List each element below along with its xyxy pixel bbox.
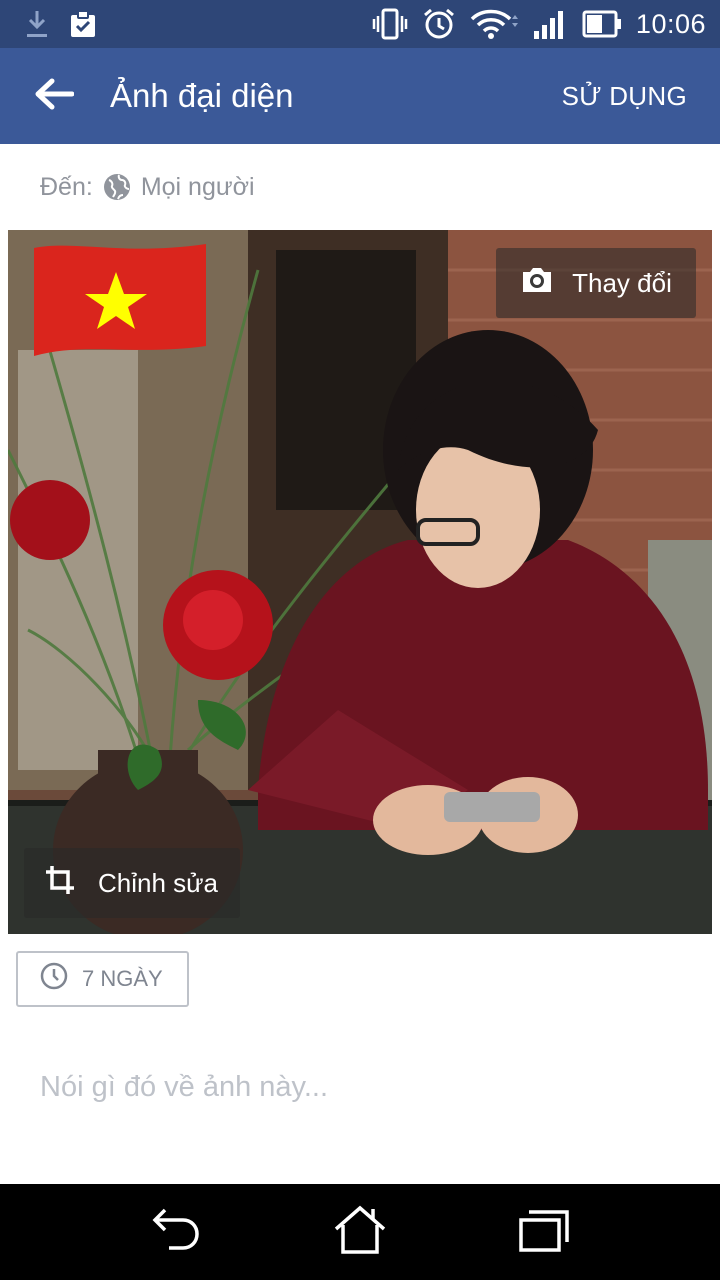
alarm-icon (422, 7, 456, 41)
clock-icon (40, 962, 68, 996)
audience-selector[interactable]: Đến: Mọi người (0, 144, 720, 230)
clipboard-check-icon (68, 9, 98, 39)
status-time: 10:06 (635, 8, 706, 39)
nav-home-button[interactable] (305, 1184, 415, 1280)
change-photo-label: Thay đổi (572, 267, 672, 298)
profile-photo: Thay đổi Chỉnh sửa (8, 230, 712, 934)
crop-icon (44, 864, 76, 903)
edit-photo-label: Chỉnh sửa (98, 867, 219, 898)
caption-input[interactable]: Nói gì đó về ảnh này... (40, 1060, 680, 1120)
status-right-icons: 10:06 (372, 7, 706, 41)
globe-icon (103, 173, 131, 201)
back-icon (151, 1208, 201, 1257)
page-title: Ảnh đại diện (110, 77, 294, 114)
back-button[interactable] (0, 48, 110, 144)
edit-photo-button[interactable]: Chỉnh sửa (24, 848, 240, 918)
audience-prefix: Đến: (40, 172, 93, 201)
temporary-duration-button[interactable]: 7 NGÀY (16, 951, 189, 1007)
nav-recent-apps-button[interactable] (489, 1184, 599, 1280)
wifi-icon (470, 9, 518, 39)
change-photo-button[interactable]: Thay đổi (496, 248, 696, 318)
camera-icon (520, 266, 554, 301)
signal-icon (532, 9, 568, 39)
vibrate-icon (372, 8, 408, 40)
nav-back-button[interactable] (121, 1184, 231, 1280)
home-icon (333, 1205, 387, 1260)
app-bar: Ảnh đại diện SỬ DỤNG (0, 48, 720, 144)
duration-label: 7 NGÀY (82, 966, 163, 991)
use-button[interactable]: SỬ DỤNG (562, 81, 720, 112)
recent-apps-icon (518, 1208, 570, 1257)
arrow-left-icon (34, 77, 75, 116)
status-bar: 10:06 (0, 0, 720, 48)
download-icon (24, 9, 50, 39)
status-left-icons (24, 9, 98, 39)
vietnam-flag (34, 242, 206, 356)
audience-value: Mọi người (140, 172, 255, 201)
system-nav-bar (0, 1184, 720, 1280)
battery-icon (582, 10, 622, 38)
